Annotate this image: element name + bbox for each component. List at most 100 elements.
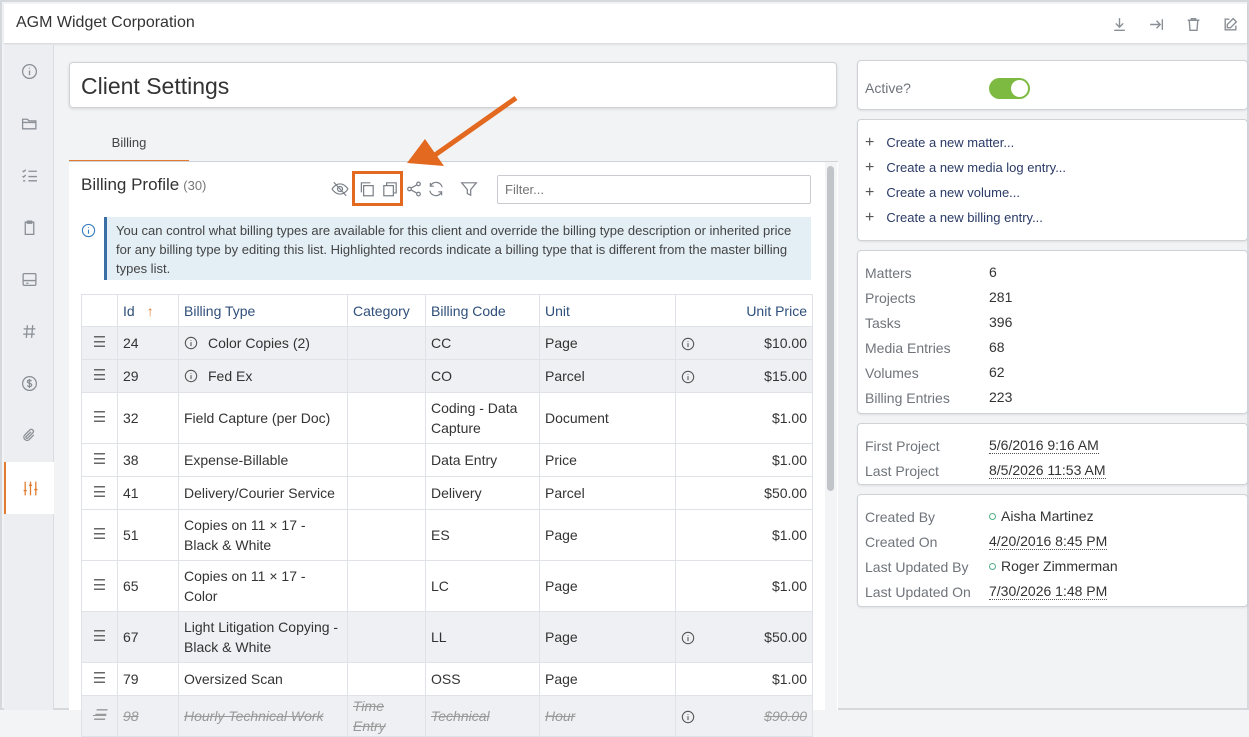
col-billing-type-header[interactable]: Billing Type [178, 294, 348, 327]
action-new-volume[interactable]: + Create a new volume... [865, 184, 1020, 202]
stat-label: Billing Entries [865, 390, 950, 406]
drag-handle-icon[interactable]: ☰ [81, 509, 118, 561]
stat-value: 281 [989, 289, 1013, 305]
col-id-header[interactable]: Id ↑ [117, 294, 179, 327]
drag-handle-icon[interactable]: ☰ [81, 359, 118, 393]
billing-profile-panel: Billing Profile (30) Filter... You can c… [69, 162, 838, 737]
info-icon[interactable] [681, 709, 695, 724]
action-label: Create a new volume... [886, 185, 1021, 200]
col-unit-price-header[interactable]: Unit Price [675, 294, 813, 327]
table-row[interactable]: ☰ 79 Oversized Scan OSS Page $1.00 [81, 662, 813, 696]
action-new-billing-entry[interactable]: + Create a new billing entry... [865, 209, 1043, 227]
active-toggle[interactable] [989, 78, 1030, 99]
action-new-media-log[interactable]: + Create a new media log entry... [865, 159, 1066, 177]
cell-billing-code: Coding - Data Capture [425, 392, 540, 444]
info-icon[interactable] [184, 335, 198, 350]
drag-handle-icon[interactable]: ☰ [81, 476, 118, 510]
drag-handle-icon[interactable]: ☰ [81, 695, 118, 737]
table-row[interactable]: ☰ 67 Light Litigation Copying - Black & Wh… [81, 611, 813, 663]
info-icon[interactable] [681, 336, 695, 351]
audit-label: Created By [865, 509, 936, 525]
unit-price-text: $1.00 [771, 452, 807, 468]
col-drag-header [81, 294, 118, 327]
table-row[interactable]: ☰ 24 Color Copies (2) CC Page $10.00 [81, 326, 813, 360]
filter-input[interactable] [497, 175, 811, 204]
page-title-card: Client Settings [69, 62, 837, 108]
unit-price-text: $50.00 [764, 629, 807, 645]
col-unit-header[interactable]: Unit [539, 294, 676, 327]
info-text: You can control what billing types are a… [104, 217, 811, 280]
table-row[interactable]: ☰ 29 Fed Ex CO Parcel $15.00 [81, 359, 813, 393]
sidebar-item-attachments[interactable] [4, 409, 54, 461]
info-icon [21, 63, 37, 79]
table-row[interactable]: ☰ 98 Hourly Technical Work Time Entry Techni… [81, 695, 813, 737]
cell-unit-price: $50.00 [675, 476, 813, 510]
cell-unit: Page [539, 560, 676, 612]
sidebar-item-numbers[interactable] [4, 305, 54, 357]
cell-billing-code: ES [425, 509, 540, 561]
refresh-icon[interactable] [427, 180, 445, 198]
unit-price-text: $10.00 [764, 335, 807, 351]
sliders-icon [23, 481, 37, 495]
export-icon[interactable] [1148, 16, 1165, 33]
sidebar-item-info[interactable] [4, 45, 54, 97]
sidebar-item-inbox[interactable] [4, 253, 54, 305]
dollar-icon [21, 375, 37, 391]
plus-icon: + [865, 134, 875, 151]
col-billing-code-header[interactable]: Billing Code [425, 294, 540, 327]
action-new-matter[interactable]: + Create a new matter... [865, 134, 1014, 152]
share-icon[interactable] [405, 180, 423, 198]
sidebar-item-clipboard[interactable] [4, 201, 54, 253]
table-row[interactable]: ☰ 41 Delivery/Courier Service Delivery Parce… [81, 476, 813, 510]
checklist-icon [21, 168, 37, 181]
scroll-thumb[interactable] [827, 166, 834, 491]
cell-billing-code: LC [425, 560, 540, 612]
last-updated-by-user[interactable]: Roger Zimmerman [989, 558, 1118, 574]
drag-handle-icon[interactable]: ☰ [81, 560, 118, 612]
info-icon[interactable] [681, 630, 695, 645]
cell-category [347, 392, 426, 444]
table-row[interactable]: ☰ 51 Copies on 11 × 17 - Black & White ES Pa… [81, 509, 813, 561]
drag-handle-icon[interactable]: ☰ [81, 392, 118, 444]
created-on-date[interactable]: 4/20/2016 8:45 PM [989, 533, 1108, 550]
last-project-date[interactable]: 8/5/2026 11:53 AM [989, 462, 1106, 479]
edit-icon[interactable] [1222, 16, 1239, 33]
table-row[interactable]: ☰ 32 Field Capture (per Doc) Coding - Data … [81, 392, 813, 444]
cell-id: 41 [117, 476, 179, 510]
col-category-header[interactable]: Category [347, 294, 426, 327]
hash-icon [22, 324, 35, 338]
sidebar-item-billing[interactable] [4, 357, 54, 409]
first-project-date[interactable]: 5/6/2016 9:16 AM [989, 437, 1099, 454]
drag-handle-icon[interactable]: ☰ [81, 443, 118, 477]
download-icon[interactable] [1111, 16, 1128, 33]
drag-handle-icon[interactable]: ☰ [81, 662, 118, 696]
tab-billing[interactable]: Billing [69, 129, 189, 162]
sidebar-item-folder[interactable] [4, 97, 54, 149]
cell-category: Time Entry [347, 695, 426, 737]
trash-icon[interactable] [1185, 16, 1202, 33]
cell-unit: Parcel [539, 476, 676, 510]
scrollbar[interactable] [825, 162, 837, 710]
cell-category [347, 560, 426, 612]
page-title: Client Settings [81, 73, 230, 99]
cell-billing-type: Oversized Scan [178, 662, 348, 696]
info-icon[interactable] [681, 369, 695, 384]
drag-handle-icon[interactable]: ☰ [81, 326, 118, 360]
filter-icon[interactable] [460, 180, 478, 198]
billing-type-text: Expense-Billable [184, 452, 289, 468]
sidebar-item-checklist[interactable] [4, 149, 54, 201]
cell-unit: Parcel [539, 359, 676, 393]
sidebar-item-settings[interactable] [4, 462, 54, 514]
unit-price-text: $1.00 [771, 410, 807, 426]
table-row[interactable]: ☰ 38 Expense-Billable Data Entry Price $1.00 [81, 443, 813, 477]
actions-card: + Create a new matter... + Create a new me… [857, 119, 1248, 241]
table-row[interactable]: ☰ 65 Copies on 11 × 17 - Color LC Page $1.00 [81, 560, 813, 612]
hide-icon[interactable] [331, 180, 349, 198]
drag-handle-icon[interactable]: ☰ [81, 611, 118, 663]
info-icon[interactable] [184, 368, 198, 383]
cell-billing-code: OSS [425, 662, 540, 696]
billing-profile-count: (30) [183, 178, 207, 193]
created-by-user[interactable]: Aisha Martinez [989, 508, 1094, 524]
billing-type-text: Hourly Technical Work [184, 708, 324, 724]
last-updated-on-date[interactable]: 7/30/2026 1:48 PM [989, 583, 1108, 600]
